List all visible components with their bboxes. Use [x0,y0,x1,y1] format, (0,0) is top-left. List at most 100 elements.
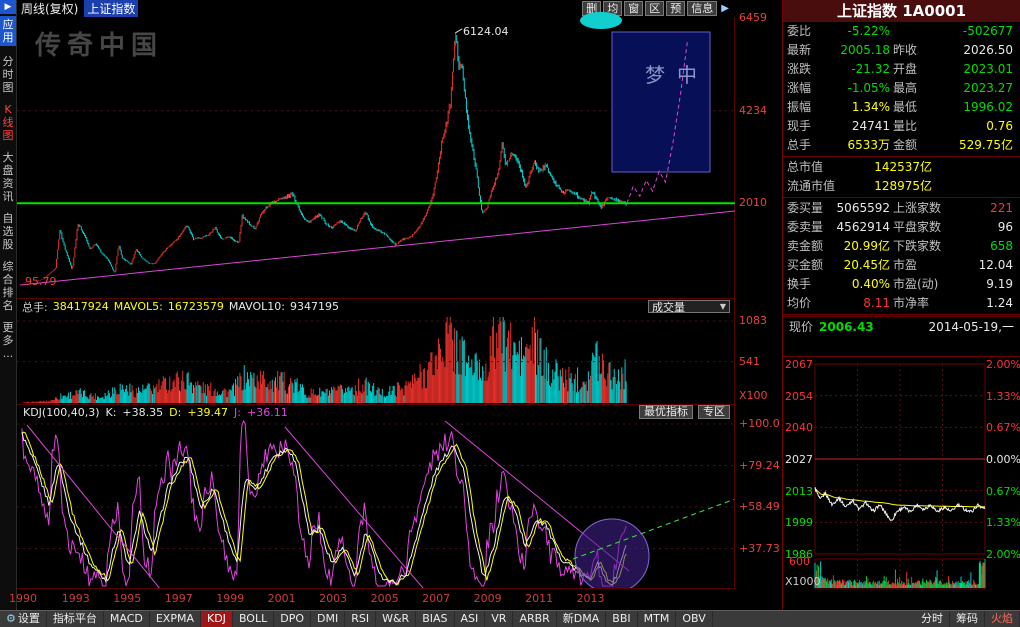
sidebar-item-大盘资讯[interactable]: 大 盘 资 讯 [0,151,16,203]
intraday-axis-label: 1999 [785,516,813,529]
mavol5-label: MAVOL5: [114,300,163,313]
quote-row: 涨跌-21.32开盘2023.01 [783,60,1020,79]
best-indicator-button[interactable]: 最优指标 [639,405,693,419]
zone-button[interactable]: 专区 [698,405,730,419]
intraday-axis-label: 2.00% [986,548,1020,561]
quote-row: 最新2005.18昨收2026.50 [783,41,1020,60]
quote-label: 涨跌 [787,60,829,79]
quote-value: 24741 [829,117,893,136]
intraday-axis-label: 0.67% [986,421,1020,434]
intraday-axis-label: 0.67% [986,485,1020,498]
volume-chart[interactable] [17,314,735,404]
indicator-tab-BBI[interactable]: BBI [606,611,637,627]
quote-label: 市净率 [893,294,959,313]
indicator-tab-KDJ[interactable]: KDJ [201,611,233,627]
sidebar-item-自选股[interactable]: 自 选 股 [0,212,16,251]
indicator-platform-button[interactable]: 指标平台 [47,611,104,627]
view-tab-火焰[interactable]: 火焰 [985,611,1020,627]
quote-value: -1.05% [829,79,893,98]
indicator-tab-OBV[interactable]: OBV [676,611,712,627]
indicator-tab-W&R[interactable]: W&R [376,611,416,627]
indicator-tab-ASI[interactable]: ASI [455,611,486,627]
quote-value: 9.19 [959,275,1016,294]
watermark: 传奇中国 [35,25,163,62]
time-axis: 1990199319951997199920012003200520072009… [17,588,735,610]
quote-row: 委比-5.22%-502677 [783,22,1020,41]
quote-row: 现手24741量比0.76 [783,117,1020,136]
indicator-tab-DPO[interactable]: DPO [274,611,311,627]
symbol-label[interactable]: 上证指数 [84,0,138,17]
sidebar-item-更多...[interactable]: 更 多 ... [0,321,16,360]
axis-label: +58.49 [739,500,781,513]
sidebar-item-应用[interactable]: 应 用 [0,16,16,46]
indicator-tab-DMI[interactable]: DMI [311,611,345,627]
current-price-label: 现价 [789,318,813,335]
toolbar-button-窗[interactable]: 窗 [624,1,643,16]
volume-type-dropdown[interactable]: 成交量 ▼ [648,300,730,313]
quote-row: 委卖量4562914平盘家数96 [783,218,1020,237]
sidebar-item-分时图[interactable]: 分 时 图 [0,55,16,94]
highlight-ellipse [580,12,622,29]
intraday-axis-label: 0.00% [986,453,1020,466]
axis-label: 2010 [739,196,781,209]
main-kline-chart[interactable]: 传奇中国 6124.04 梦中 95.79 [17,17,735,298]
volume-header: 总手: 38417924 MAVOL5: 16723579 MAVOL10: 9… [17,298,735,314]
quote-label: 最低 [893,98,959,117]
quote-rows: 委比-5.22%-502677最新2005.18昨收2026.50涨跌-21.3… [783,22,1020,336]
quote-label: 委卖量 [787,218,829,237]
intraday-axis-label: 2067 [785,358,813,371]
chart-header: 周线(复权) 上证指数 删均窗区预信息▶ [17,0,735,17]
quote-row: 买金额20.45亿市盈12.04 [783,256,1020,275]
quote-value: -502677 [959,22,1016,41]
quote-value: 1996.02 [959,98,1016,117]
quote-value: 12.04 [959,256,1016,275]
indicator-tab-BIAS[interactable]: BIAS [416,611,454,627]
quote-value: 6533万 [829,136,893,155]
indicator-tab-MTM[interactable]: MTM [638,611,677,627]
indicator-tab-BOLL[interactable]: BOLL [233,611,274,627]
scroll-right-icon[interactable]: ▶ [721,3,729,14]
quote-label: 下跌家数 [893,237,959,256]
toolbar-button-信息[interactable]: 信息 [687,1,717,16]
left-sidebar: ▶ 应 用分 时 图 K 线 图大 盘 资 讯自 选 股综 合 排 名更 多 ..… [0,0,17,610]
sidebar-item-综合排名[interactable]: 综 合 排 名 [0,260,16,312]
kdj-chart[interactable] [17,419,735,588]
quote-value: 20.99亿 [829,237,893,256]
axis-label: 541 [739,355,781,368]
intraday-axis-label: 2.00% [986,358,1020,371]
intraday-axis-label: 2040 [785,421,813,434]
kdj-header: KDJ(100,40,3) K: +38.35 D: +39.47 J: +36… [17,404,735,419]
collapse-sidebar-icon[interactable]: ▶ [0,0,16,14]
quote-label: 总市值 [787,158,849,177]
intraday-axis-label: 1.33% [986,516,1020,529]
toolbar-button-预[interactable]: 预 [666,1,685,16]
indicator-tab-新DMA[interactable]: 新DMA [557,611,607,627]
settings-button[interactable]: ⚙设置 [0,611,47,627]
quote-value: 658 [959,237,1016,256]
quote-value: -21.32 [829,60,893,79]
indicator-tab-ARBR[interactable]: ARBR [513,611,556,627]
axis-label: 6459 [739,11,781,24]
view-tab-筹码[interactable]: 筹码 [950,611,985,627]
quote-row: 振幅1.34%最低1996.02 [783,98,1020,117]
quote-label: 开盘 [893,60,959,79]
d-label: D: [169,406,181,419]
indicator-tab-VR[interactable]: VR [485,611,513,627]
intraday-chart[interactable]: 20672054204020272013199919862.00%1.33%0.… [783,356,1020,610]
quote-row: 换手0.40%市盈(动)9.19 [783,275,1020,294]
current-price-value: 2006.43 [819,320,874,334]
year-label-1997: 1997 [164,592,194,605]
indicator-tab-RSI[interactable]: RSI [345,611,376,627]
indicator-tab-EXPMA[interactable]: EXPMA [150,611,201,627]
sidebar-item-K线图[interactable]: K 线 图 [0,103,16,142]
gear-icon: ⚙ [6,612,16,625]
indicator-bar: ⚙设置指标平台MACDEXPMAKDJBOLLDPODMIRSIW&RBIASA… [0,610,1020,627]
quote-label: 昨收 [893,41,959,60]
quote-label: 卖金额 [787,237,829,256]
quote-row: 卖金额20.99亿下跌家数658 [783,237,1020,256]
toolbar-button-区[interactable]: 区 [645,1,664,16]
quote-value: 20.45亿 [829,256,893,275]
indicator-tab-MACD[interactable]: MACD [104,611,150,627]
view-tab-分时[interactable]: 分时 [915,611,950,627]
quote-label: 量比 [893,117,959,136]
